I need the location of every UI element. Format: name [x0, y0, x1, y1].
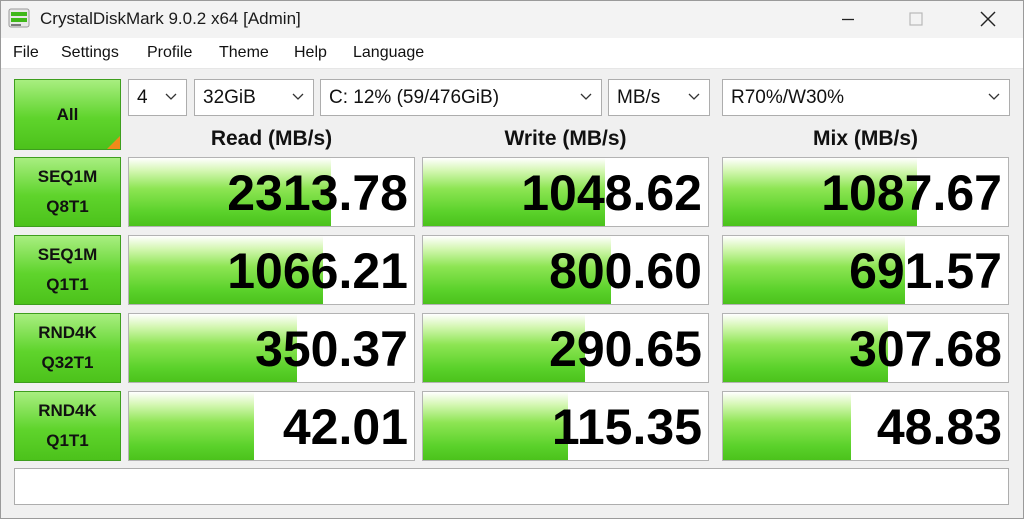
test-params: Q1T1	[46, 275, 89, 294]
test-count-value: 4	[137, 87, 148, 108]
test-name: RND4K	[38, 323, 97, 342]
result-value: 1066.21	[227, 243, 408, 299]
score-bar	[129, 392, 255, 460]
result-cell-read: 2313.78	[128, 157, 415, 227]
drive-value: C: 12% (59/476GiB)	[329, 87, 500, 108]
chevron-down-icon	[165, 93, 177, 100]
chevron-down-icon	[988, 93, 1000, 100]
minimize-button[interactable]	[814, 0, 882, 38]
result-cell-write: 800.60	[422, 235, 709, 305]
title-bar: CrystalDiskMark 9.0.2 x64 [Admin]	[0, 0, 1024, 38]
unit-value: MB/s	[617, 87, 661, 108]
result-cell-write: 115.35	[422, 391, 709, 461]
test-params: Q1T1	[46, 431, 89, 450]
test-name: SEQ1M	[37, 245, 98, 264]
test-rnd4k-q1t1-button[interactable]: RND4K Q1T1	[14, 391, 121, 461]
result-value: 2313.78	[227, 165, 408, 221]
maximize-icon	[909, 12, 923, 26]
result-cell-read: 1066.21	[128, 235, 415, 305]
result-value: 290.65	[549, 321, 702, 377]
result-value: 1087.67	[821, 165, 1002, 221]
result-cell-read: 42.01	[128, 391, 415, 461]
maximize-button	[882, 0, 950, 38]
run-all-button[interactable]: All	[14, 79, 121, 150]
result-value: 48.83	[876, 399, 1002, 455]
result-value: 691.57	[849, 243, 1002, 299]
result-cell-write: 290.65	[422, 313, 709, 383]
mix-ratio-value: R70%/W30%	[731, 87, 844, 108]
menu-language[interactable]: Language	[353, 44, 424, 62]
result-cell-write: 1048.62	[422, 157, 709, 227]
result-cell-mix: 691.57	[722, 235, 1009, 305]
result-value: 1048.62	[521, 165, 702, 221]
write-column-header: Write (MB/s)	[504, 127, 627, 150]
window-title: CrystalDiskMark 9.0.2 x64 [Admin]	[40, 9, 301, 28]
test-rnd4k-q32t1-button[interactable]: RND4K Q32T1	[14, 313, 121, 383]
chevron-down-icon	[688, 93, 700, 100]
close-button[interactable]	[954, 0, 1022, 38]
corner-marker-icon	[107, 136, 120, 149]
score-bar	[423, 392, 569, 460]
unit-select[interactable]: MB/s	[608, 79, 710, 116]
result-value: 800.60	[549, 243, 702, 299]
run-all-label: All	[56, 104, 79, 124]
result-cell-mix: 48.83	[722, 391, 1009, 461]
menu-profile[interactable]: Profile	[147, 44, 192, 62]
menu-file[interactable]: File	[13, 44, 39, 62]
crystaldiskmark-app-icon	[8, 8, 30, 28]
test-size-select[interactable]: 32GiB	[194, 79, 314, 116]
result-value: 115.35	[551, 399, 702, 455]
test-params: Q8T1	[46, 197, 89, 216]
result-value: 42.01	[282, 399, 408, 455]
test-size-value: 32GiB	[203, 87, 256, 108]
result-cell-mix: 307.68	[722, 313, 1009, 383]
mix-column-header: Mix (MB/s)	[813, 127, 918, 150]
test-count-select[interactable]: 4	[128, 79, 187, 116]
test-params: Q32T1	[41, 353, 94, 372]
mix-ratio-select[interactable]: R70%/W30%	[722, 79, 1010, 116]
drive-select[interactable]: C: 12% (59/476GiB)	[320, 79, 602, 116]
close-icon	[980, 11, 996, 27]
test-name: SEQ1M	[37, 167, 98, 186]
minimize-icon	[842, 18, 854, 21]
chevron-down-icon	[580, 93, 592, 100]
result-value: 307.68	[849, 321, 1002, 377]
chevron-down-icon	[292, 93, 304, 100]
menu-bar: File Settings Profile Theme Help Languag…	[0, 38, 1024, 69]
score-bar	[723, 392, 852, 460]
test-name: RND4K	[38, 401, 97, 420]
test-seq1m-q8t1-button[interactable]: SEQ1M Q8T1	[14, 157, 121, 227]
result-cell-read: 350.37	[128, 313, 415, 383]
read-column-header: Read (MB/s)	[210, 127, 333, 150]
comment-input[interactable]	[14, 468, 1009, 505]
result-value: 350.37	[255, 321, 408, 377]
result-cell-mix: 1087.67	[722, 157, 1009, 227]
menu-theme[interactable]: Theme	[219, 44, 269, 62]
menu-settings[interactable]: Settings	[61, 44, 119, 62]
test-seq1m-q1t1-button[interactable]: SEQ1M Q1T1	[14, 235, 121, 305]
menu-help[interactable]: Help	[294, 44, 327, 62]
